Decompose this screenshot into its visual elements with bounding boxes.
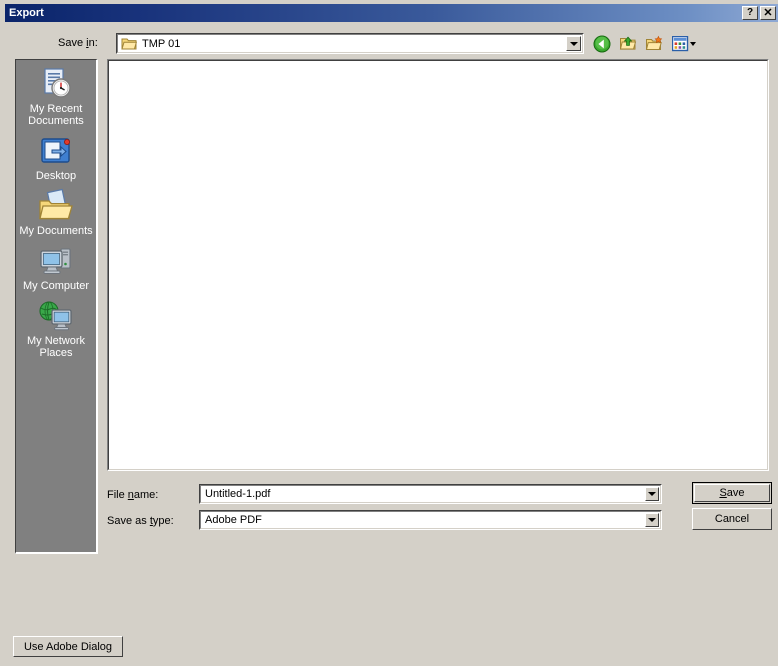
save-in-dropdown-arrow[interactable]: [566, 36, 581, 51]
title-bar-buttons: ? ✕: [742, 6, 778, 20]
sidebar-item-label: My Network Places: [26, 335, 86, 359]
cancel-button-label: Cancel: [714, 513, 750, 525]
save-in-row: Save in: TMP 01: [6, 32, 778, 56]
save-as-type-dropdown-arrow[interactable]: [645, 513, 659, 527]
my-documents-icon: [38, 188, 74, 224]
sidebar-item-my-recent-documents[interactable]: My Recent Documents: [16, 66, 96, 127]
save-as-type-value: Adobe PDF: [205, 514, 262, 526]
views-button[interactable]: [669, 34, 699, 55]
back-button[interactable]: [591, 34, 613, 55]
sidebar-item-my-computer[interactable]: My Computer: [16, 243, 96, 292]
my-network-places-icon: [38, 298, 74, 334]
places-bar: My Recent Documents Desktop My Documents…: [15, 59, 98, 554]
save-in-combobox[interactable]: TMP 01: [116, 33, 584, 54]
recent-documents-icon: [38, 66, 74, 102]
sidebar-item-label: Desktop: [35, 170, 77, 182]
desktop-icon: [38, 133, 74, 169]
file-list[interactable]: [107, 59, 769, 471]
file-name-value: Untitled-1.pdf: [205, 488, 271, 500]
navigation-toolbar: [591, 33, 699, 55]
save-in-value: TMP 01: [142, 37, 181, 50]
chevron-down-icon: [569, 41, 578, 46]
use-adobe-dialog-label: Use Adobe Dialog: [23, 640, 113, 653]
title-bar[interactable]: Export ? ✕: [5, 4, 778, 22]
close-icon[interactable]: ✕: [760, 6, 776, 20]
save-button-label: Save: [719, 487, 745, 499]
save-button[interactable]: Save: [692, 482, 772, 504]
use-adobe-dialog-button[interactable]: Use Adobe Dialog: [13, 636, 123, 657]
file-name-dropdown-arrow[interactable]: [645, 487, 659, 501]
sidebar-item-label: My Recent Documents: [28, 103, 84, 127]
up-one-level-button[interactable]: [617, 34, 639, 55]
help-icon[interactable]: ?: [742, 6, 758, 20]
views-chevron-down-icon: [690, 42, 696, 46]
save-in-label: Save in:: [58, 37, 98, 49]
chevron-down-icon: [648, 518, 656, 522]
file-name-combobox[interactable]: Untitled-1.pdf: [199, 484, 662, 504]
save-as-type-value-area[interactable]: Adobe PDF: [200, 511, 661, 529]
sidebar-item-desktop[interactable]: Desktop: [16, 133, 96, 182]
file-name-input[interactable]: Untitled-1.pdf: [200, 485, 661, 503]
save-as-type-combobox[interactable]: Adobe PDF: [199, 510, 662, 530]
save-in-combobox-inner: TMP 01: [117, 34, 583, 53]
sidebar-item-label: My Computer: [22, 280, 90, 292]
file-name-label: File name:: [107, 489, 159, 501]
save-as-type-label: Save as type:: [107, 515, 174, 527]
new-folder-button[interactable]: [643, 34, 665, 55]
cancel-button[interactable]: Cancel: [692, 508, 772, 530]
sidebar-item-my-network-places[interactable]: My Network Places: [16, 298, 96, 359]
sidebar-item-label: My Documents: [19, 225, 93, 237]
folder-icon: [121, 37, 138, 51]
my-computer-icon: [38, 243, 74, 279]
file-list-contents[interactable]: [108, 60, 768, 470]
chevron-down-icon: [648, 492, 656, 496]
sidebar-item-my-documents[interactable]: My Documents: [16, 188, 96, 237]
save-button-inner: Save: [694, 484, 770, 502]
window-title: Export: [9, 7, 44, 19]
export-dialog-window: Export ? ✕ Save in: TMP 01 My Recent Doc…: [0, 0, 778, 666]
